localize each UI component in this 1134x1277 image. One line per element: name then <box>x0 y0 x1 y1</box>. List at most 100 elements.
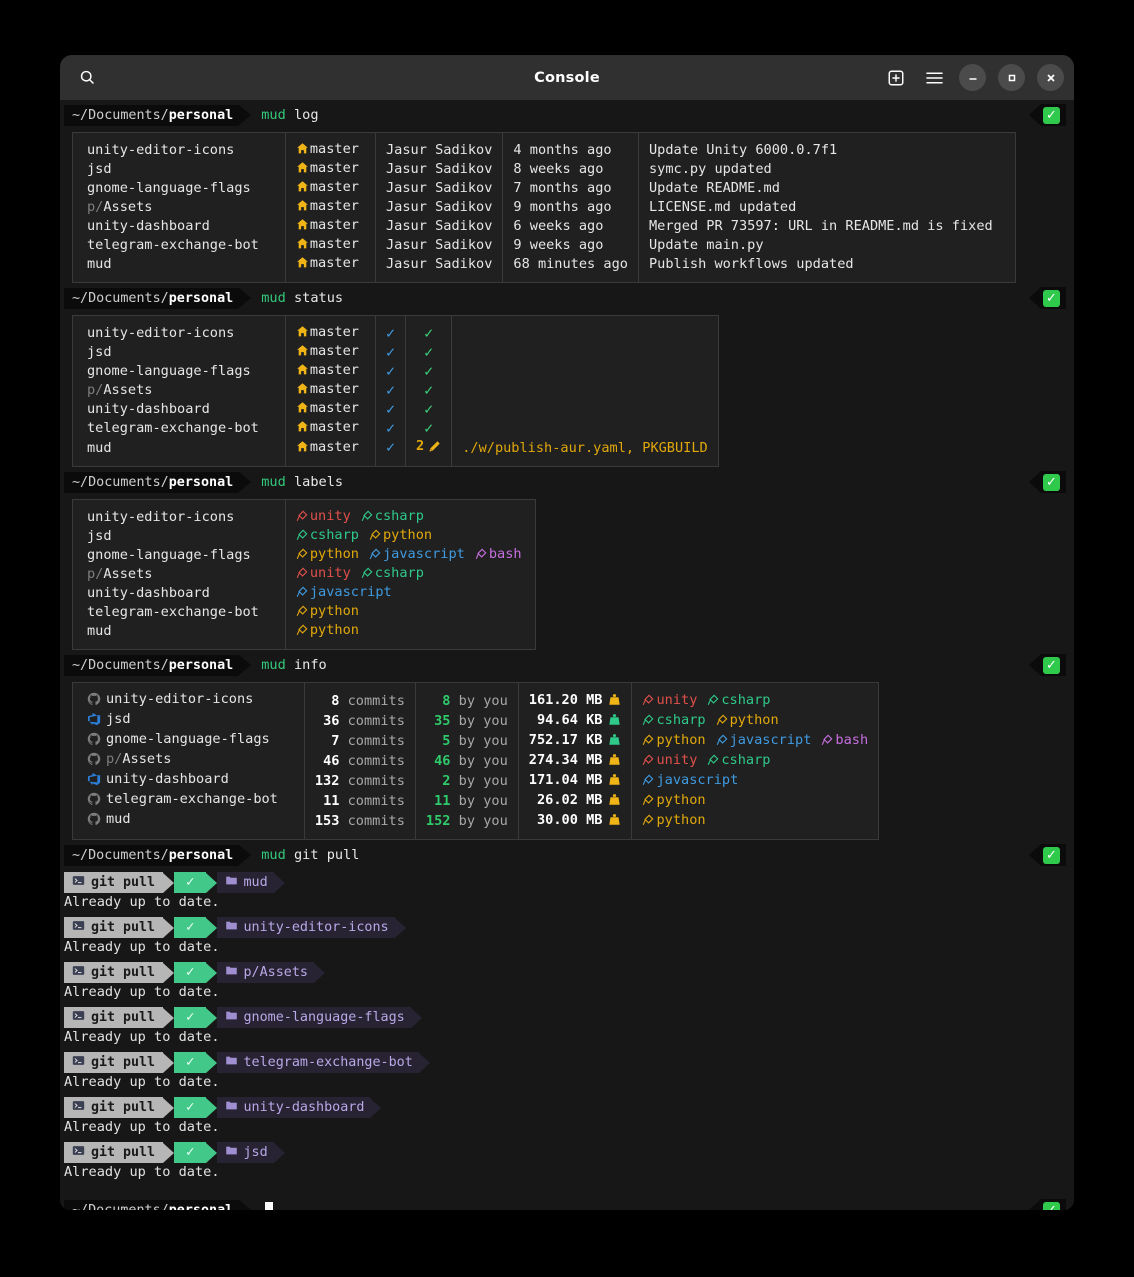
git-pull-result: git pull ✓ unity-dashboard Already up to da… <box>60 1097 1074 1136</box>
table-row: gnome-language-flags 7 commits 5 by you 752… <box>73 731 879 751</box>
repo-name-text: Assets <box>103 382 153 398</box>
git-pull-statusline: git pull ✓ mud <box>64 872 1074 893</box>
repo-name-text: unity-dashboard <box>106 771 229 787</box>
git-pull-statusline: git pull ✓ telegram-exchange-bot <box>64 1052 1074 1073</box>
size-weight-icon <box>608 713 621 731</box>
prompt-path-current: personal <box>168 474 234 490</box>
commits-count: 8 <box>331 692 340 709</box>
label-tag-icon <box>369 548 381 565</box>
hamburger-menu-icon[interactable] <box>921 65 947 91</box>
label-tag-icon <box>361 510 373 527</box>
titlebar-left-tools <box>74 65 100 91</box>
clean-check-icon: ✓ <box>424 323 434 342</box>
window-titlebar: Console <box>60 55 1074 100</box>
branch-cell: master <box>284 419 376 438</box>
labels-cell: unity csharp <box>284 499 536 527</box>
repo-name-cell: gnome-language-flags <box>73 179 286 198</box>
status-ok-icon: ✓ <box>1043 289 1060 307</box>
table-row: gnome-language-flags python javascript bash <box>73 546 536 565</box>
prompt-status-right: ✓ <box>1029 471 1066 493</box>
commits-unit: commits <box>347 812 405 829</box>
terminal-icon <box>72 919 85 937</box>
segment-arrow-icon <box>163 1007 175 1028</box>
terminal-output[interactable]: ~/Documents/personal mud log ✓ unity-edi… <box>60 100 1074 1210</box>
commit-time-cell: 9 weeks ago <box>502 236 639 255</box>
command-mud-log: mud log <box>261 107 318 124</box>
repo-name-cell: unity-editor-icons <box>73 500 286 528</box>
size-value: 94.64 KB <box>536 711 603 728</box>
labels-cell: python <box>284 603 536 622</box>
plus-square-icon[interactable] <box>883 65 909 91</box>
repo-label: bash <box>821 732 868 748</box>
prompt-path-prefix: ~/Documents/ <box>72 474 169 490</box>
repo-name-cell: telegram-exchange-bot <box>73 603 286 622</box>
author-cell: Jasur Sadikov <box>374 132 503 160</box>
labels-cell: csharp python <box>631 711 879 731</box>
label-tag-icon <box>369 529 381 546</box>
prompt-line-active[interactable]: ~/Documents/personal ✓ <box>60 1199 1074 1210</box>
prompt-line-mud-status: ~/Documents/personal mud status ✓ <box>60 287 1074 309</box>
commits-count: 153 <box>314 812 340 829</box>
table-row: telegram-exchange-bot 11 commits 11 by you… <box>73 791 879 811</box>
git-pull-repo-segment: p/Assets <box>217 962 314 983</box>
repo-label: python <box>716 712 779 728</box>
table-row: mud master ✓ 2 ./w/publish-aur.yaml, PKGBUIL… <box>73 438 719 467</box>
table-row: unity-dashboard master Jasur Sadikov 6 week… <box>73 217 1016 236</box>
branch-home-icon <box>296 420 309 438</box>
search-icon[interactable] <box>74 65 100 91</box>
repo-name-cell: unity-editor-icons <box>73 316 286 344</box>
label-tag-icon <box>642 754 654 771</box>
labels-cell: python <box>631 791 879 811</box>
git-pull-repo-name: unity-editor-icons <box>243 920 389 935</box>
segment-arrow-icon <box>163 1097 175 1118</box>
git-pull-command-label: git pull <box>91 965 156 980</box>
size-weight-icon <box>608 733 621 751</box>
segment-arrow-icon <box>206 1007 218 1028</box>
table-row: jsd 36 commits 35 by you 94.64 KB csharp pyth… <box>73 711 879 731</box>
repo-name-cell: unity-editor-icons <box>73 133 286 161</box>
sync-check-icon: ✓ <box>385 361 396 380</box>
mud-log-table: unity-editor-icons master Jasur Sadikov 4 m… <box>72 132 1016 283</box>
git-pull-output: Already up to date. <box>64 939 220 955</box>
branch-home-icon <box>296 218 309 236</box>
maximize-button[interactable] <box>998 64 1025 91</box>
segment-arrow-icon <box>273 872 285 893</box>
git-pull-result: git pull ✓ unity-editor-icons Already up to… <box>60 917 1074 956</box>
repo-name-text: unity-dashboard <box>87 401 210 417</box>
repo-name-text: telegram-exchange-bot <box>106 791 278 807</box>
sync-check-icon: ✓ <box>385 418 396 437</box>
git-pull-command-label: git pull <box>91 875 156 890</box>
commits-cell: 132 commits <box>303 771 416 791</box>
repo-name-text: Assets <box>122 751 172 767</box>
repo-name-text: jsd <box>106 711 131 727</box>
label-tag-icon <box>821 734 833 751</box>
author-cell: Jasur Sadikov <box>374 255 503 283</box>
segment-arrow-icon <box>313 962 325 983</box>
repo-name-cell: unity-dashboard <box>73 771 305 791</box>
git-pull-command-segment: git pull <box>64 1097 164 1118</box>
close-button[interactable] <box>1037 64 1064 91</box>
label-tag-icon <box>642 814 654 831</box>
commit-message-cell: Publish workflows updated <box>637 255 1016 283</box>
branch-cell: master <box>284 132 376 160</box>
labels-cell: javascript <box>631 771 879 791</box>
by-you-count: 8 <box>442 692 451 709</box>
branch-home-icon <box>296 363 309 381</box>
repo-name-cell: telegram-exchange-bot <box>73 791 305 811</box>
git-pull-ok-icon: ✓ <box>174 962 207 983</box>
prompt-path: ~/Documents/personal <box>64 104 240 126</box>
prompt-path: ~/Documents/personal <box>64 471 240 493</box>
by-you-count: 2 <box>442 772 451 789</box>
command-mud-git-pull: mud git pull <box>261 847 359 864</box>
repo-name-text: gnome-language-flags <box>106 731 270 747</box>
git-pull-command-segment: git pull <box>64 962 164 983</box>
repo-label: unity <box>642 692 697 708</box>
author-cell: Jasur Sadikov <box>374 179 503 198</box>
minimize-button[interactable] <box>959 64 986 91</box>
folder-icon <box>225 1009 238 1027</box>
status-ok-icon: ✓ <box>1043 1201 1060 1210</box>
commits-count: 11 <box>323 792 340 809</box>
prompt-right-arrow-icon <box>1029 1199 1041 1210</box>
repo-label: python <box>642 732 706 748</box>
git-pull-ok-icon: ✓ <box>174 1097 207 1118</box>
